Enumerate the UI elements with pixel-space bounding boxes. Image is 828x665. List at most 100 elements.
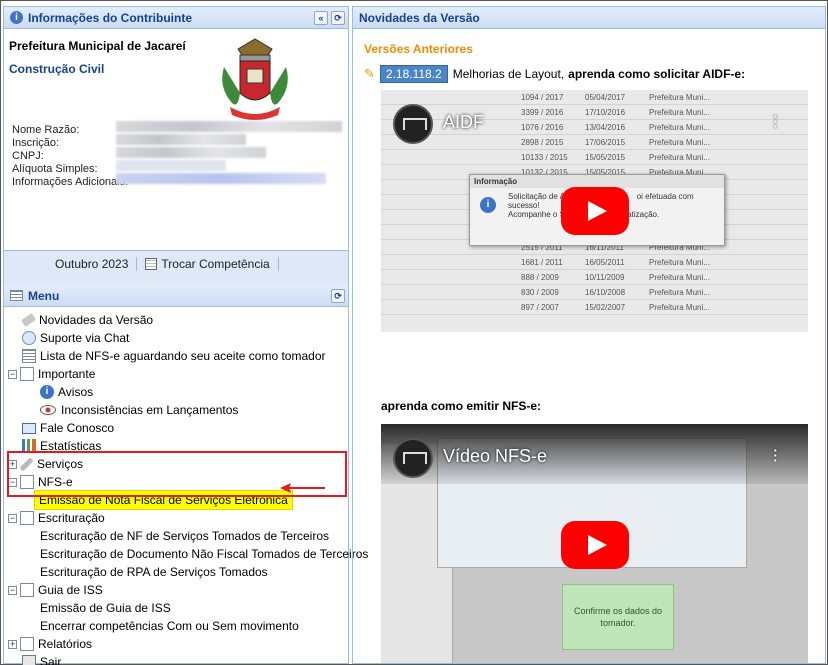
label-name: Nome Razão: [12, 124, 80, 136]
menu-item-label: Fale Conosco [40, 421, 115, 435]
video-cell: Prefeitura Muni... [649, 137, 710, 147]
more-options-icon[interactable]: · · · [773, 443, 778, 467]
menu-refresh-icon[interactable]: ⟳ [331, 289, 345, 303]
news-header-title: Novidades da Versão [359, 10, 480, 25]
menu-item-label: Sair [40, 655, 62, 665]
contributor-header: i Informações do Contribuinte « ⟳ [4, 7, 348, 29]
menu-item-exit[interactable]: Sair [4, 653, 348, 665]
video-cell: 1094 / 2017 [521, 92, 564, 102]
label-simples-rate: Alíquota Simples: [12, 163, 98, 175]
menu-item-close-periods[interactable]: Encerrar competências Com ou Sem movimen… [4, 617, 348, 635]
menu-item-bookkeeping[interactable]: − Escrituração [4, 509, 348, 527]
video-cell: Prefeitura Muni... [649, 92, 710, 102]
label-registration: Inscrição: [12, 137, 60, 149]
dialog-text: sucesso! [508, 201, 540, 210]
menu-item-label: Importante [38, 367, 96, 381]
period-bar: Outubro 2023 Trocar Competência [4, 250, 348, 276]
mail-icon [22, 422, 36, 434]
label-additional-info: Informações Adicionais: [12, 176, 129, 188]
menu-item-reports[interactable]: + Relatórios [4, 635, 348, 653]
left-panel: i Informações do Contribuinte « ⟳ Prefei… [3, 6, 368, 665]
refresh-icon[interactable]: ⟳ [331, 11, 345, 25]
video-cell: Prefeitura Muni... [649, 257, 710, 267]
chat-icon [22, 331, 36, 345]
contributor-header-title: Informações do Contribuinte [28, 10, 193, 25]
video-cell: 17/06/2015 [585, 137, 626, 147]
menu-item-book-nf-taken[interactable]: Escrituração de NF de Serviços Tomados d… [4, 527, 348, 545]
news-content: Versões Anteriores ✎ 2.18.118.2 Melhoria… [353, 29, 825, 83]
video-cell: 897 / 2007 [521, 302, 559, 312]
video-cell: 2898 / 2015 [521, 137, 564, 147]
video-cell: Prefeitura Muni... [649, 302, 710, 312]
menu-item-inconsistencies[interactable]: Inconsistências em Lançamentos [4, 401, 348, 419]
change-period-button[interactable]: Trocar Competência [161, 257, 269, 271]
video-nfse[interactable]: Confirme os dados do tomador. Vídeo NFS-… [381, 424, 808, 663]
menu-item-version-news[interactable]: Novidades da Versão [4, 311, 348, 329]
menu-item-label: Suporte via Chat [40, 331, 130, 345]
version-link[interactable]: aprenda como solicitar AIDF-e: [568, 67, 745, 81]
menu-item-issue-iss-guide[interactable]: Emissão de Guia de ISS [4, 599, 348, 617]
collapse-left-icon[interactable]: « [314, 11, 328, 25]
video-cell: 3399 / 2016 [521, 107, 564, 117]
menu-item-chat-support[interactable]: Suporte via Chat [4, 329, 348, 347]
nfse-video-caption: aprenda como emitir NFS-e: [381, 399, 542, 413]
right-panel: Novidades da Versão Versões Anteriores ✎… [352, 6, 826, 664]
menu-icon [10, 290, 23, 301]
document-icon [20, 637, 34, 651]
menu-item-book-nonfiscal[interactable]: Escrituração de Documento Não Fiscal Tom… [4, 545, 368, 563]
video-cell: 15/05/2015 [585, 152, 626, 162]
video-cell: 1681 / 2011 [521, 257, 563, 267]
period-separator [136, 256, 138, 271]
current-period: Outubro 2023 [55, 256, 129, 271]
tag-icon [20, 312, 37, 328]
video-row: 2898 / 2015 17/06/2015 Prefeitura Muni... [381, 135, 808, 150]
expand-icon[interactable]: + [8, 639, 17, 649]
video-cell: Prefeitura Muni... [649, 272, 710, 282]
video-cell: 16/05/2011 [585, 257, 625, 267]
collapse-icon[interactable]: − [8, 513, 17, 523]
info-icon: i [40, 385, 54, 399]
video-cell: 16/10/2008 [585, 287, 626, 297]
more-options-icon[interactable]: · · · [773, 109, 778, 133]
menu-item-book-rpa[interactable]: Escrituração de RPA de Serviços Tomados [4, 563, 348, 581]
info-icon: i [10, 11, 23, 24]
collapse-icon[interactable]: − [8, 585, 17, 595]
menu-item-label: Escrituração de RPA de Serviços Tomados [40, 565, 268, 579]
menu-item-label: Encerrar competências Com ou Sem movimen… [40, 619, 299, 633]
menu-header: Menu ⟳ [4, 285, 348, 307]
menu-item-label: Guia de ISS [38, 583, 103, 597]
video-cell: Prefeitura Muni... [649, 287, 710, 297]
menu-item-contact[interactable]: Fale Conosco [4, 419, 348, 437]
collapse-icon[interactable]: − [8, 369, 17, 379]
video-cell: 1076 / 2016 [521, 122, 564, 132]
contributor-field-labels: Nome Razão: Inscrição: CNPJ: Alíquota Si… [12, 124, 128, 189]
dialog-text: oi efetuada com [636, 192, 694, 201]
play-button[interactable] [561, 187, 629, 235]
menu-item-label: Avisos [58, 385, 94, 399]
video-cell: 13/04/2016 [585, 122, 626, 132]
city-crest-logo [222, 38, 288, 120]
calendar-icon[interactable] [145, 257, 158, 270]
video-cell: Prefeitura Muni... [649, 122, 710, 132]
version-badge: 2.18.118.2 [379, 65, 448, 83]
menu-item-label: Relatórios [38, 637, 93, 651]
video-aidf[interactable]: 1094 / 2017 05/04/2017 Prefeitura Muni... 3… [381, 90, 808, 332]
folder-icon [20, 367, 34, 381]
video-cell: Prefeitura Muni... [649, 107, 710, 117]
video-cell: 17/10/2016 [585, 107, 626, 117]
video-confirm-box: Confirme os dados do tomador. [562, 584, 674, 650]
version-text: Melhorias de Layout, [452, 67, 565, 81]
arrow-annotation-icon [280, 483, 325, 493]
menu-item-label: Novidades da Versão [39, 313, 154, 327]
menu-item-pending-nfse[interactable]: Lista de NFS-e aguardando seu aceite com… [4, 347, 348, 365]
video-row: 830 / 2009 16/10/2008 Prefeitura Muni... [381, 285, 808, 300]
menu-item-important[interactable]: − Importante [4, 365, 348, 383]
channel-logo [393, 104, 433, 144]
dialog-text: atização. [627, 210, 660, 219]
dialog-text: Solicitação de A [508, 192, 565, 201]
video-title: AIDF [443, 112, 485, 132]
menu-item-notices[interactable]: i Avisos [4, 383, 348, 401]
play-button[interactable] [561, 521, 629, 569]
previous-versions-title: Versões Anteriores [364, 42, 473, 56]
menu-item-iss-guide[interactable]: − Guia de ISS [4, 581, 348, 599]
